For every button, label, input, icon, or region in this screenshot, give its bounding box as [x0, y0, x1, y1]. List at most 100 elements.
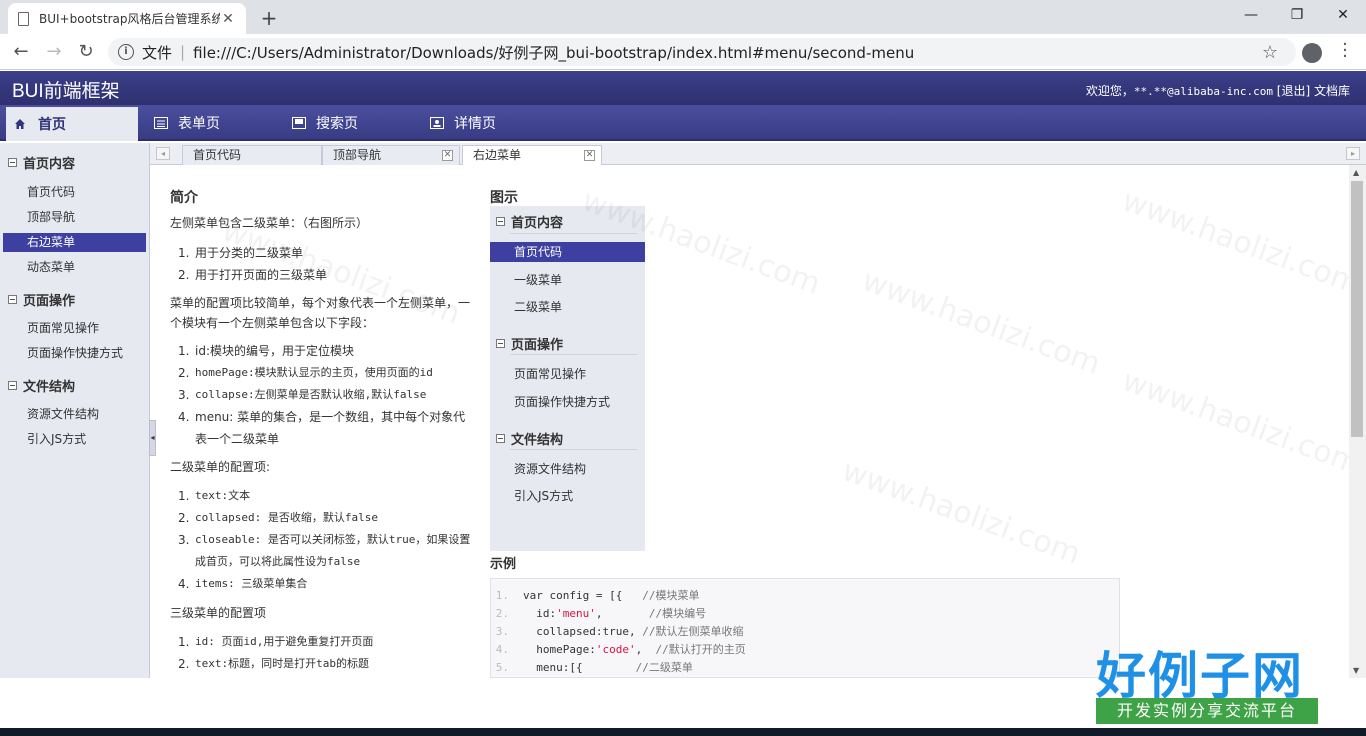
figure-title: 图示 [490, 190, 518, 206]
logo-subtitle: 开发实例分享交流平台 [1096, 698, 1318, 724]
figure-menu-image: 首页内容 首页代码 一级菜单 二级菜单 页面操作 页面常见操作 页面操作快捷方式… [490, 206, 645, 551]
site-watermark-logo: 好例子网 开发实例分享交流平台 [1092, 636, 1318, 728]
sidebar-item-shortcuts[interactable]: 页面操作快捷方式 [3, 344, 146, 363]
intro-list-1: 1. 用于分类的二级菜单 2. 用于打开页面的三级菜单 [170, 242, 475, 286]
figure-item: 资源文件结构 [514, 462, 587, 476]
intro-paragraph-4: 三级菜单的配置项 [170, 606, 267, 620]
code-block: 1. var config = [{ //模块菜单 2. id:'menu', /… [490, 578, 1120, 678]
code-line: 5. menu:[{ //二级菜单 [495, 661, 693, 674]
intro-paragraph-2: 菜单的配置项比较简单，每个对象代表一个左侧菜单，一个模块有一个左侧菜单包含以下字… [170, 296, 471, 330]
document-icon [18, 11, 29, 26]
nav-form[interactable]: 表单页 [154, 105, 220, 141]
docs-link[interactable]: 文档库 [1314, 84, 1350, 98]
intro-paragraph-1: 左侧菜单包含二级菜单：（右图所示） [170, 216, 369, 230]
collapse-icon[interactable] [8, 295, 17, 304]
collapse-icon[interactable] [8, 381, 17, 390]
nav-home[interactable]: 首页 [6, 107, 138, 141]
new-tab-button[interactable]: + [258, 6, 280, 30]
sidebar-group-page-ops[interactable]: 页面操作 [8, 290, 75, 309]
reload-icon[interactable]: ↻ [74, 40, 98, 64]
intro-title: 简介 [170, 190, 198, 206]
info-icon[interactable]: i [118, 44, 134, 60]
sidebar-group-file-structure[interactable]: 文件结构 [8, 376, 75, 395]
minimize-icon[interactable]: — [1228, 0, 1274, 30]
list-item: 4. menu: 菜单的集合，是一个数组，其中每个对象代表一个二级菜单 [178, 410, 466, 446]
url-text[interactable]: file:///C:/Users/Administrator/Downloads… [193, 42, 914, 63]
tab-right-menu[interactable]: 右边菜单 ✕ [462, 145, 602, 166]
nav-search[interactable]: 搜索页 [292, 105, 358, 141]
tab-top-nav[interactable]: 顶部导航 ✕ [322, 145, 460, 165]
sidebar-item-dynamic-menu[interactable]: 动态菜单 [3, 258, 146, 277]
close-tab-icon[interactable]: ✕ [584, 150, 595, 161]
main-content: 简介 左侧菜单包含二级菜单：（右图所示） 1. 用于分类的二级菜单 2. 用于打开页… [156, 165, 1349, 678]
app-header: BUI前端框架 欢迎您，**.**@alibaba-inc.com [退出] 文… [0, 71, 1366, 105]
welcome-text: 欢迎您， [1085, 84, 1134, 98]
intro-list-2: 1. id:模块的编号，用于定位模块 2. homePage:模块默认显示的主页，使… [170, 340, 475, 450]
window-close-icon[interactable]: ✕ [1320, 0, 1366, 30]
browser-toolbar: ← → ↻ i 文件 | file:///C:/Users/Administra… [0, 34, 1366, 70]
sidebar-group-home[interactable]: 首页内容 [8, 153, 75, 172]
page-tabs: ◂ 首页代码 顶部导航 ✕ 右边菜单 ✕ ▸ [150, 143, 1366, 166]
divider [510, 354, 637, 355]
home-icon [14, 118, 28, 130]
list-item: 2. text:标题，同时是打开tab的标题 [178, 657, 369, 671]
forward-icon[interactable]: → [42, 40, 66, 64]
restore-icon[interactable]: ❐ [1274, 0, 1320, 30]
sidebar-item-import-js[interactable]: 引入JS方式 [3, 430, 146, 449]
list-item: 3. collapse:左侧菜单是否默认收缩,默认false [178, 388, 427, 402]
sidebar: 首页内容 首页代码 顶部导航 右边菜单 动态菜单 页面操作 页面常见操作 页面操… [0, 143, 150, 678]
tabs-scroll-left-icon[interactable]: ◂ [156, 147, 170, 160]
intro-paragraph-3: 二级菜单的配置项: [170, 460, 271, 474]
collapse-icon [496, 217, 505, 226]
app-brand: BUI前端框架 [12, 81, 120, 102]
user-bar: 欢迎您，**.**@alibaba-inc.com [退出] 文档库 [1086, 82, 1350, 99]
content-scrollbar[interactable]: ▲ ▼ [1349, 165, 1366, 678]
user-email: **.**@alibaba-inc.com [1133, 85, 1273, 98]
figure-group-files: 文件结构 [496, 429, 563, 448]
figure-item: 二级菜单 [514, 300, 563, 314]
search-page-icon [292, 117, 306, 129]
detail-icon [430, 117, 444, 129]
code-line: 3. collapsed:true, //默认左侧菜单收缩 [495, 625, 744, 638]
tab-home-code[interactable]: 首页代码 [182, 145, 322, 165]
address-bar[interactable]: i 文件 | file:///C:/Users/Administrator/Do… [108, 38, 1296, 66]
close-tab-icon[interactable]: ✕ [220, 11, 236, 27]
scroll-thumb[interactable] [1351, 181, 1363, 437]
sidebar-item-resource-files[interactable]: 资源文件结构 [3, 405, 146, 424]
close-tab-icon[interactable]: ✕ [442, 150, 453, 161]
scroll-up-icon[interactable]: ▲ [1353, 168, 1359, 177]
list-item: 1. id:模块的编号，用于定位模块 [178, 344, 354, 358]
bookmark-star-icon[interactable]: ☆ [1262, 42, 1278, 63]
list-item: 3. closeable: 是否可以关闭标签，默认true，如果设置成首页，可以将… [178, 533, 471, 568]
logout-link[interactable]: [退出] [1277, 84, 1310, 98]
back-icon[interactable]: ← [9, 40, 33, 64]
watermark-text: www.haolizi.com [837, 453, 1085, 572]
figure-item: 引入JS方式 [514, 489, 574, 503]
intro-list-3: 1. text:文本 2. collapsed: 是否收缩，默认false 3. cl… [170, 485, 475, 595]
account-icon[interactable] [1302, 43, 1322, 63]
watermark-text: www.haolizi.com [1117, 363, 1349, 482]
code-line: 2. id:'menu', //模块编号 [495, 607, 707, 620]
list-item: 2. homePage:模块默认显示的主页，使用页面的id [178, 366, 433, 380]
list-item: 2. collapsed: 是否收缩，默认false [178, 511, 378, 525]
sidebar-item-home-code[interactable]: 首页代码 [3, 183, 146, 202]
more-menu-icon[interactable]: · · · [1340, 36, 1350, 66]
os-taskbar [0, 728, 1366, 736]
tabs-scroll-right-icon[interactable]: ▸ [1346, 147, 1360, 160]
collapse-icon [496, 339, 505, 348]
form-icon [154, 117, 168, 129]
nav-detail-label: 详情页 [454, 116, 496, 132]
figure-group-page-ops: 页面操作 [496, 334, 563, 353]
sidebar-item-right-menu[interactable]: 右边菜单 [3, 233, 146, 252]
sidebar-collapse-handle[interactable]: ◂ [149, 420, 156, 456]
browser-tab[interactable]: BUI+bootstrap风格后台管理系统 ✕ [8, 3, 246, 34]
collapse-icon[interactable] [8, 158, 17, 167]
main-nav: 首页 表单页 搜索页 详情页 [0, 105, 1366, 141]
nav-detail[interactable]: 详情页 [430, 105, 496, 141]
url-scheme-label: 文件 [142, 43, 173, 62]
watermark-text: www.haolizi.com [1117, 183, 1349, 302]
sidebar-item-common-ops[interactable]: 页面常见操作 [3, 319, 146, 338]
code-line: 4. homePage:'code', //默认打开的主页 [495, 643, 746, 656]
scroll-down-icon[interactable]: ▼ [1353, 666, 1359, 675]
sidebar-item-top-nav[interactable]: 顶部导航 [3, 208, 146, 227]
